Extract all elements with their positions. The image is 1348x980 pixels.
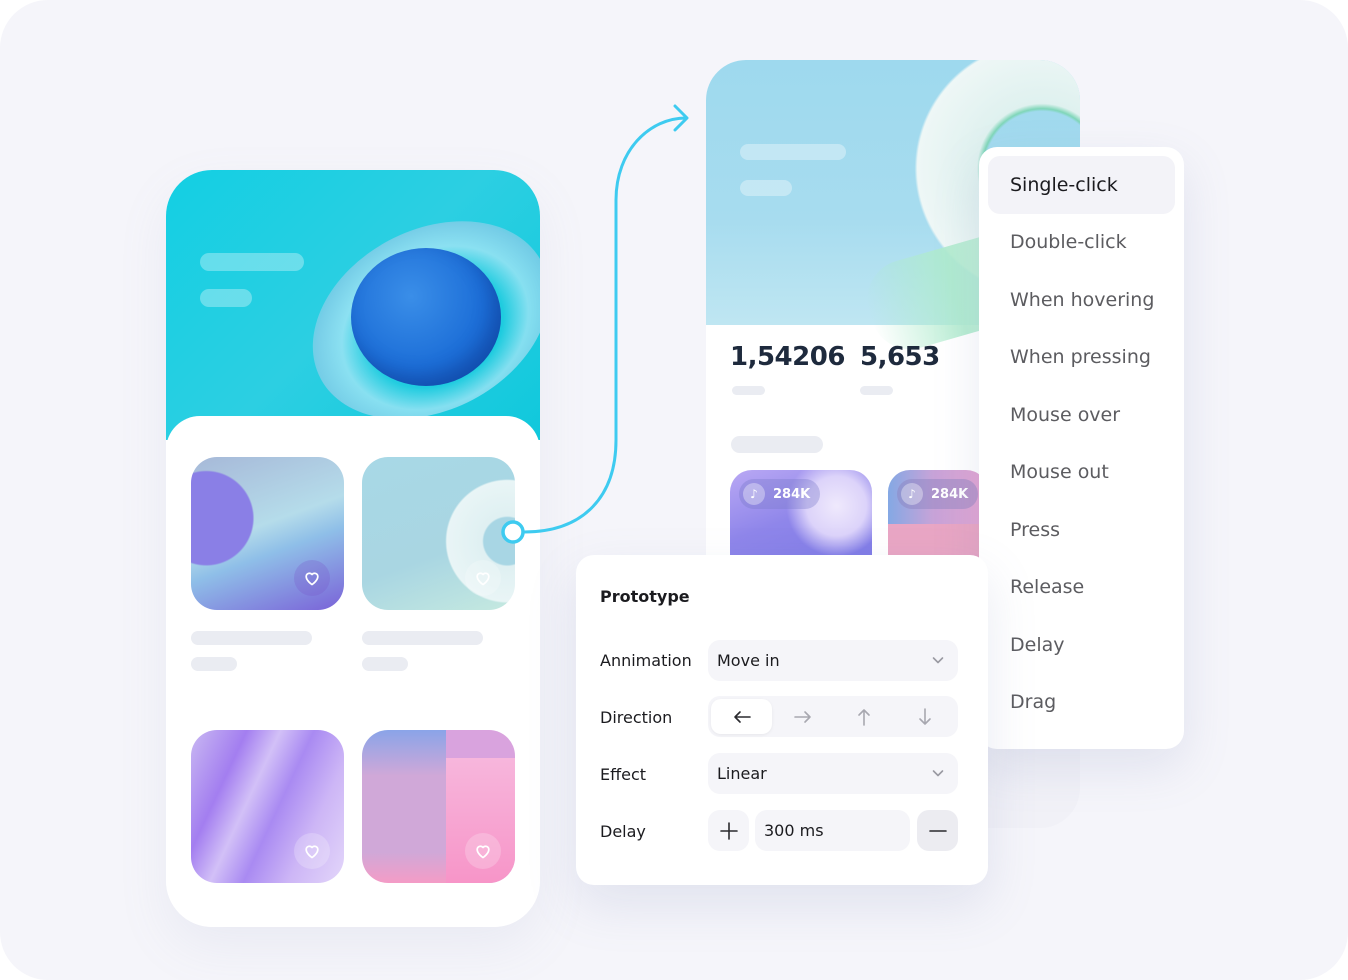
delay-increment-button[interactable] [708,810,749,851]
favorite-button[interactable] [294,833,330,869]
delay-decrement-button[interactable] [917,810,958,851]
favorite-button[interactable] [294,560,330,596]
stat-label-placeholder [732,386,765,395]
menu-item-mouse-out[interactable]: Mouse out [988,444,1175,502]
track-card[interactable]: ♪ 284K [888,470,988,560]
direction-up-button[interactable] [833,699,894,734]
direction-right-button[interactable] [772,699,833,734]
animation-value: Move in [717,651,780,670]
stat-label-placeholder [860,386,893,395]
text-placeholder [362,657,408,671]
heart-icon [476,845,490,859]
source-screen [166,170,540,927]
animation-label: Annimation [600,651,692,670]
menu-item-drag[interactable]: Drag [988,674,1175,732]
connection-line [522,116,688,534]
heart-icon [476,572,490,586]
minus-icon [928,829,947,832]
source-hero-banner [166,170,540,459]
gallery-card[interactable] [362,457,515,610]
plus-icon [719,821,738,840]
trigger-dropdown-menu: Single-click Double-click When hovering … [979,147,1184,749]
menu-item-when-pressing[interactable]: When pressing [988,329,1175,387]
effect-label: Effect [600,765,647,784]
direction-left-button[interactable] [711,699,772,734]
delay-value: 300 ms [764,821,824,840]
content-sheet [166,416,540,927]
music-note-icon: ♪ [743,483,765,505]
arrow-down-icon [918,707,931,725]
effect-select[interactable]: Linear [708,753,958,794]
subtitle-placeholder [200,289,252,307]
direction-segmented-control [708,696,958,737]
panel-title: Prototype [600,587,690,606]
music-note-icon: ♪ [901,483,923,505]
arrowhead-icon [673,104,689,132]
menu-item-mouse-over[interactable]: Mouse over [988,386,1175,444]
text-placeholder [191,631,312,645]
text-placeholder [191,657,237,671]
subtitle-placeholder [740,180,792,196]
menu-item-press[interactable]: Press [988,501,1175,559]
favorite-button[interactable] [465,833,501,869]
stat-value-primary: 1,54206 [730,342,845,372]
gallery-card[interactable] [191,730,344,883]
text-placeholder [362,631,483,645]
play-count-badge: ♪ 284K [897,479,979,509]
direction-down-button[interactable] [894,699,955,734]
play-count: 284K [773,486,811,502]
chevron-down-icon [932,770,944,777]
effect-value: Linear [717,764,767,783]
menu-item-single-click[interactable]: Single-click [988,156,1175,214]
delay-input[interactable]: 300 ms [755,810,910,851]
play-count: 284K [931,486,969,502]
play-count-badge: ♪ 284K [739,479,821,509]
section-title-placeholder [731,436,823,453]
canvas-background: 1,54206 5,653 ♪ 284K ♪ 284K Single-click… [0,0,1348,980]
track-card[interactable]: ♪ 284K [730,470,872,560]
gallery-card[interactable] [191,457,344,610]
heart-icon [305,572,319,586]
favorite-button[interactable] [465,560,501,596]
menu-item-release[interactable]: Release [988,559,1175,617]
title-placeholder [740,144,846,160]
arrow-left-icon [733,710,751,723]
menu-item-delay[interactable]: Delay [988,616,1175,674]
stat-value-secondary: 5,653 [860,342,940,372]
menu-item-when-hovering[interactable]: When hovering [988,271,1175,329]
fuzzy-sphere-illustration [351,248,501,386]
delay-label: Delay [600,822,646,841]
menu-item-double-click[interactable]: Double-click [988,214,1175,272]
prototype-panel: Prototype Annimation Move in Direction E… [576,555,988,885]
chevron-down-icon [932,657,944,664]
heart-icon [305,845,319,859]
gallery-card[interactable] [362,730,515,883]
arrow-right-icon [793,710,811,723]
animation-select[interactable]: Move in [708,640,958,681]
arrow-up-icon [857,708,870,726]
direction-label: Direction [600,708,673,727]
title-placeholder [200,253,304,271]
